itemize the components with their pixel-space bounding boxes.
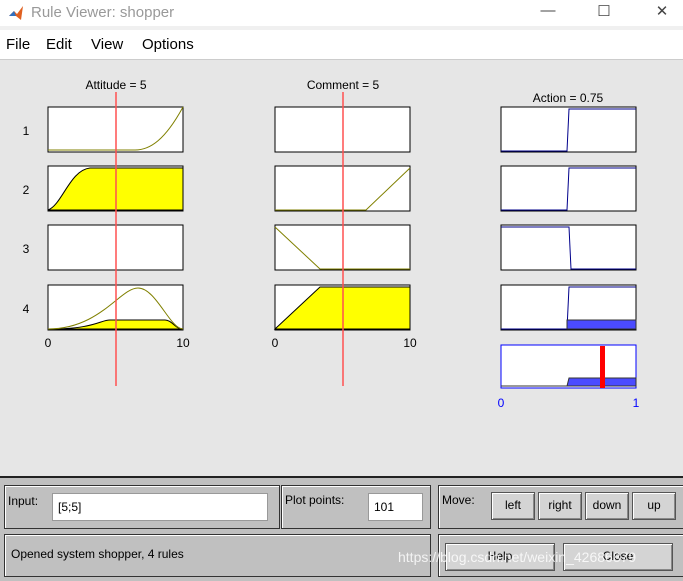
attitude-min-tick: 0	[45, 336, 52, 350]
action-min-tick: 0	[498, 396, 505, 410]
move-label: Move:	[442, 493, 475, 507]
rule-number: 2	[23, 183, 30, 197]
help-close-panel: Help Close	[438, 534, 683, 577]
rule-number: 1	[23, 124, 30, 138]
comment-min-tick: 0	[272, 336, 279, 350]
rule-3-action-plot	[500, 224, 637, 271]
matlab-icon	[9, 6, 23, 20]
close-window-button[interactable]: ✕	[647, 2, 677, 20]
input-field[interactable]: [5;5]	[52, 493, 268, 521]
maximize-button[interactable]: ☐	[589, 2, 619, 20]
attitude-max-tick: 10	[176, 336, 190, 350]
move-panel: Move: left right down up	[438, 485, 683, 529]
menu-edit[interactable]: Edit	[46, 36, 72, 53]
title-bar: Rule Viewer: shopper — ☐ ✕	[0, 0, 683, 26]
comment-max-tick: 10	[403, 336, 417, 350]
control-panel: Input: [5;5] Plot points: 101 Move: left…	[0, 476, 683, 581]
menu-bar: File Edit View Options	[0, 30, 683, 60]
plot-points-label: Plot points:	[285, 493, 345, 507]
status-panel: Opened system shopper, 4 rules	[4, 534, 431, 577]
plot-points-field[interactable]: 101	[368, 493, 423, 521]
move-up-button[interactable]: up	[632, 492, 676, 520]
defuzzified-output-indicator	[600, 346, 605, 388]
input-panel: Input: [5;5]	[4, 485, 280, 529]
move-down-button[interactable]: down	[585, 492, 629, 520]
rule-number: 4	[23, 302, 30, 316]
input-label: Input:	[8, 494, 39, 508]
comment-column: 0 10	[272, 92, 417, 386]
plot-points-panel: Plot points: 101	[281, 485, 431, 529]
attitude-column: 0 10	[45, 92, 190, 386]
help-button[interactable]: Help	[445, 543, 555, 571]
menu-options[interactable]: Options	[142, 36, 194, 53]
menu-view[interactable]: View	[91, 36, 123, 53]
comment-label: Comment = 5	[307, 78, 380, 92]
window-title: Rule Viewer: shopper	[31, 4, 175, 21]
move-right-button[interactable]: right	[538, 492, 582, 520]
rule-plot-area: Attitude = 5 Comment = 5 Action = 0.75 1…	[0, 60, 683, 476]
attitude-label: Attitude = 5	[85, 78, 146, 92]
rule-number: 3	[23, 242, 30, 256]
minimize-button[interactable]: —	[533, 2, 563, 19]
action-max-tick: 1	[633, 396, 640, 410]
status-text: Opened system shopper, 4 rules	[11, 547, 184, 561]
action-column: 0 1	[498, 106, 640, 410]
move-left-button[interactable]: left	[491, 492, 535, 520]
action-label: Action = 0.75	[533, 91, 604, 105]
menu-file[interactable]: File	[6, 36, 30, 53]
close-button[interactable]: Close	[563, 543, 673, 571]
